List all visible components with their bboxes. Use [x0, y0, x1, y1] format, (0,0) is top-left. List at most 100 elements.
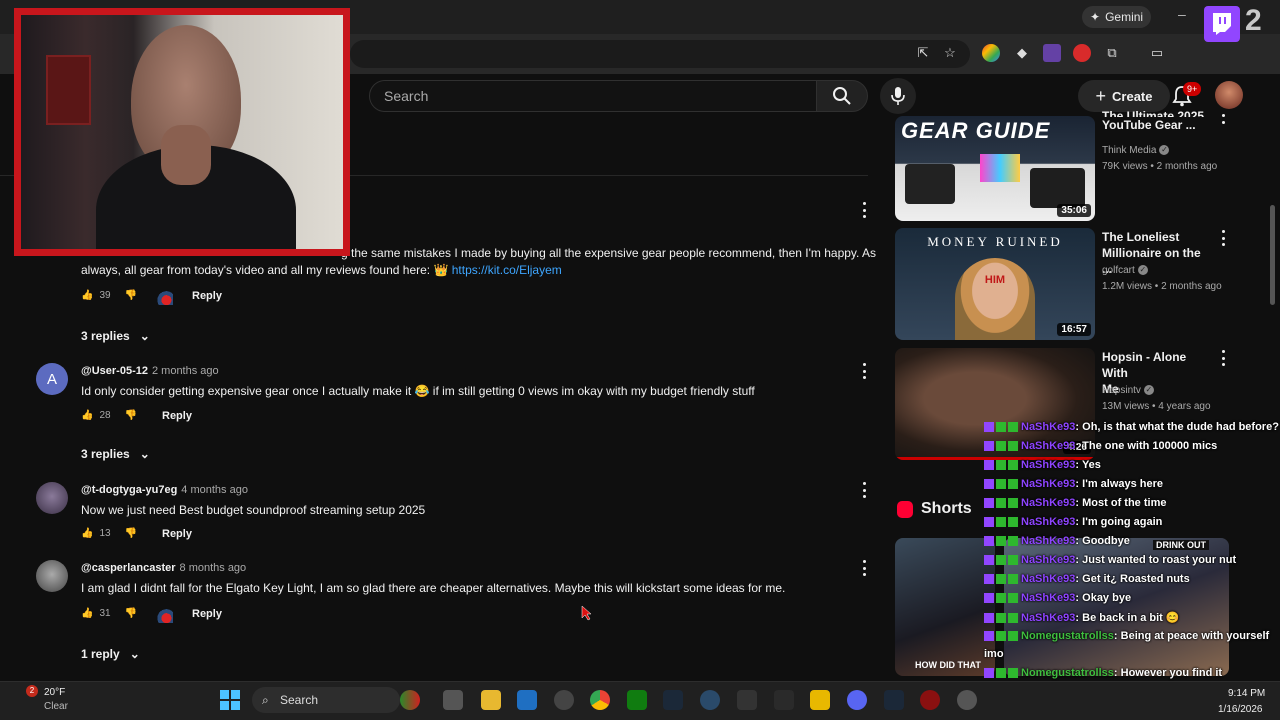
short-caption: HOW DID THAT — [915, 660, 981, 670]
video-channel[interactable]: golfcart ✓ — [1102, 263, 1148, 278]
file-explorer-icon[interactable] — [481, 690, 501, 710]
weather-condition[interactable]: Clear — [44, 701, 68, 712]
task-view-icon[interactable] — [443, 690, 463, 710]
comment-username[interactable]: @casperlancaster — [81, 562, 176, 574]
voice-search-button[interactable] — [880, 78, 916, 114]
replies-toggle[interactable]: 3 replies ⌄ — [81, 447, 150, 461]
install-app-icon[interactable]: ⇱ — [914, 44, 932, 62]
like-icon[interactable]: 👍 — [81, 608, 93, 619]
comment-time[interactable]: 4 months ago — [181, 484, 248, 496]
dislike-icon[interactable]: 👎 — [125, 528, 137, 539]
like-group: 👍 28 👎 — [81, 410, 137, 421]
reply-button[interactable]: Reply — [162, 528, 192, 540]
app-icon[interactable] — [920, 690, 940, 710]
address-bar[interactable] — [350, 40, 970, 68]
replies-toggle[interactable]: 1 reply ⌄ — [81, 647, 140, 661]
chat-message: NaShKe93: Oh, is that what the dude had … — [984, 421, 1279, 433]
dislike-icon[interactable]: 👎 — [125, 290, 137, 301]
app-icon[interactable] — [554, 690, 574, 710]
weather-temperature[interactable]: 20°F — [44, 687, 65, 698]
chat-message: imo — [984, 648, 1004, 660]
7zip-icon[interactable] — [737, 690, 757, 710]
short-thumbnail[interactable]: HOW DID THAT — [895, 538, 995, 676]
commenter-avatar[interactable]: A — [36, 363, 68, 395]
like-icon[interactable]: 👍 — [81, 410, 93, 421]
comment-menu-icon[interactable] — [861, 202, 867, 218]
chat-message: NaShKe93: Yes — [984, 459, 1101, 471]
search-button[interactable] — [816, 80, 868, 112]
chat-username: NaShKe93 — [1021, 573, 1076, 585]
search-icon: ⌕ — [262, 693, 269, 707]
extensions-puzzle-icon[interactable]: ⧉ — [1103, 44, 1121, 62]
comment-time[interactable]: 2 months ago — [152, 365, 219, 377]
clock-time[interactable]: 9:14 PM — [1228, 688, 1265, 699]
comment-menu-icon[interactable] — [861, 482, 867, 498]
store-icon[interactable] — [517, 690, 537, 710]
commenter-avatar[interactable] — [36, 560, 68, 592]
reply-button[interactable]: Reply — [192, 290, 222, 302]
discord-icon[interactable] — [847, 690, 867, 710]
mouse-cursor-icon — [581, 605, 592, 621]
dislike-icon[interactable]: 👎 — [125, 608, 137, 619]
taskbar-search[interactable]: ⌕ Search — [252, 687, 400, 713]
account-avatar[interactable] — [1215, 81, 1243, 109]
video-title-line: Hopsin - Alone With — [1102, 350, 1187, 380]
video-menu-icon[interactable] — [1220, 230, 1226, 246]
reply-button[interactable]: Reply — [192, 608, 222, 620]
extension-diamond-icon[interactable]: ◆ — [1013, 44, 1031, 62]
video-thumbnail[interactable]: GEAR GUIDE 35:06 — [895, 116, 1095, 221]
start-button[interactable] — [220, 690, 240, 710]
comment-time[interactable]: 8 months ago — [180, 562, 247, 574]
pepper-app-icon[interactable] — [400, 690, 420, 710]
xbox-icon[interactable] — [627, 690, 647, 710]
video-title-line: The Ultimate 2025 — [1102, 109, 1205, 117]
app-icon[interactable] — [700, 690, 720, 710]
search-input[interactable]: Search — [369, 80, 817, 112]
clock-date[interactable]: 1/16/2026 — [1218, 704, 1263, 715]
commenter-avatar[interactable] — [36, 482, 68, 514]
replies-toggle[interactable]: 3 replies ⌄ — [81, 329, 150, 343]
video-title[interactable]: The Ultimate 2025 YouTube Gear ... — [1102, 108, 1212, 133]
reply-button[interactable]: Reply — [162, 410, 192, 422]
video-channel[interactable]: Think Media ✓ — [1102, 143, 1170, 158]
video-menu-icon[interactable] — [1220, 114, 1226, 124]
extension-twitch-icon[interactable] — [1043, 44, 1061, 62]
split-view-icon[interactable]: ▭ — [1148, 44, 1166, 62]
minimize-button[interactable]: – — [1178, 6, 1192, 24]
video-channel[interactable]: Hopsintv ✓ — [1102, 383, 1154, 398]
replies-label: 1 reply — [81, 647, 120, 661]
comment-username[interactable]: @t-dogtyga-yu7eg — [81, 484, 177, 496]
replies-label: 3 replies — [81, 329, 130, 343]
video-duration: 35:06 — [1057, 204, 1091, 217]
kit-link[interactable]: https://kit.co/Eljayem — [452, 263, 562, 277]
chat-message: NaShKe93: Goodbye — [984, 535, 1130, 547]
comment-header: @t-dogtyga-yu7eg 4 months ago — [81, 484, 248, 496]
comment-text: Now we just need Best budget soundproof … — [81, 503, 426, 517]
chat-badges-icon — [984, 631, 1018, 642]
comment-username[interactable]: @User-05-12 — [81, 365, 148, 377]
chat-text: : Oh, is that what the dude had before? — [1075, 421, 1279, 433]
like-icon[interactable]: 👍 — [81, 290, 93, 301]
shorts-heading: Shorts — [921, 500, 972, 517]
comment-menu-icon[interactable] — [861, 560, 867, 576]
steam-icon[interactable] — [663, 690, 683, 710]
extension-color-icon[interactable] — [982, 44, 1000, 62]
chat-text: : I'm going again — [1075, 516, 1163, 528]
epic-games-icon[interactable] — [774, 690, 794, 710]
shorts-icon — [897, 501, 913, 518]
dislike-icon[interactable]: 👎 — [125, 410, 137, 421]
comment-menu-icon[interactable] — [861, 363, 867, 379]
video-thumbnail[interactable]: MONEY RUINED HIM 16:57 — [895, 228, 1095, 340]
like-icon[interactable]: 👍 — [81, 528, 93, 539]
sidebar-scrollbar[interactable] — [1270, 205, 1275, 305]
extension-red-icon[interactable] — [1073, 44, 1091, 62]
chrome-icon[interactable] — [590, 690, 610, 710]
video-menu-icon[interactable] — [1220, 350, 1226, 366]
video-duration: 16:57 — [1057, 323, 1091, 336]
gemini-button[interactable]: ✦ Gemini — [1082, 6, 1152, 28]
channel-name: Think Media — [1102, 145, 1157, 156]
settings-gear-icon[interactable] — [957, 690, 977, 710]
rockstar-icon[interactable] — [810, 690, 830, 710]
steam-icon[interactable] — [884, 690, 904, 710]
bookmark-star-icon[interactable]: ☆ — [941, 44, 959, 62]
